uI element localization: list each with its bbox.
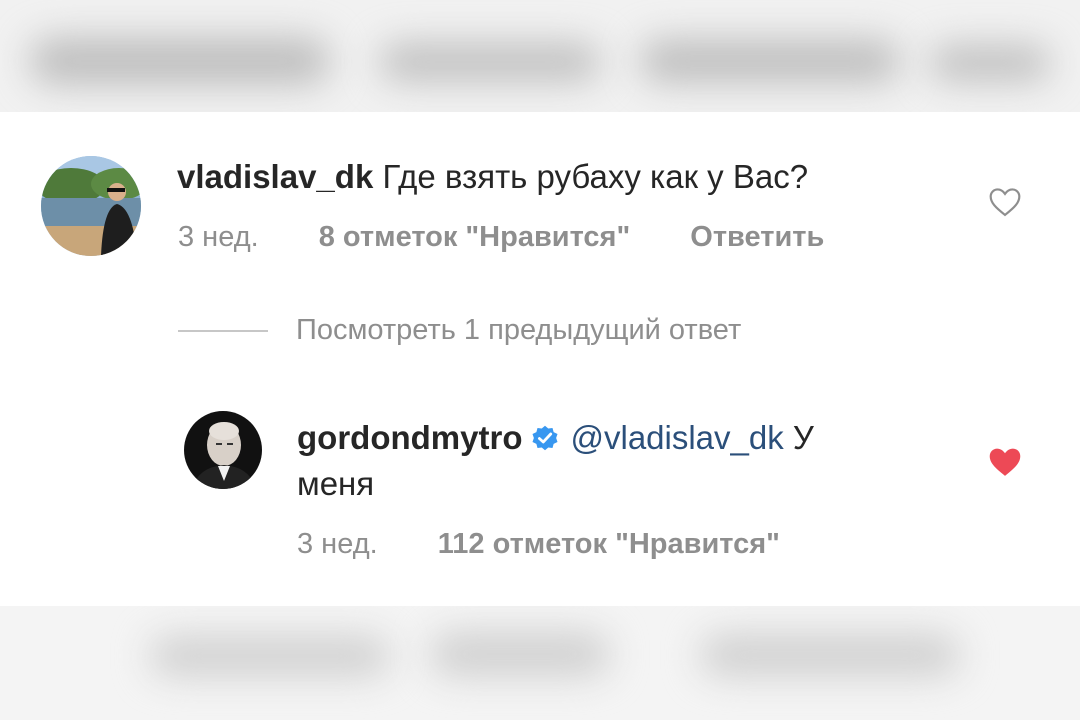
comment-thread: vladislav_dk Где взять рубаху как у Вас?…	[0, 112, 1080, 606]
view-previous-replies-label: Посмотреть 1 предыдущий ответ	[296, 314, 742, 346]
blurred-top-region	[0, 0, 1080, 112]
comment-text-line: vladislav_dk Где взять рубаху как у Вас?	[177, 157, 808, 197]
comment-text: Где взять рубаху как у Вас?	[382, 158, 809, 195]
reply-username[interactable]: gordondmytro	[297, 419, 522, 456]
heart-outline-icon[interactable]	[988, 187, 1022, 222]
reply-likes-count[interactable]: 112 отметок "Нравится"	[438, 528, 780, 560]
blurred-bottom-region	[0, 606, 1080, 720]
replies-divider	[178, 329, 268, 332]
avatar-vladislav[interactable]	[41, 156, 141, 256]
verified-badge-icon	[530, 422, 560, 462]
reply-text-continued: меня	[297, 465, 375, 502]
reply-text-end: У	[792, 419, 814, 456]
comment-likes-count[interactable]: 8 отметок "Нравится"	[319, 221, 631, 253]
reply-text-line-2: меня	[297, 464, 374, 504]
avatar-gordondmytro[interactable]	[184, 411, 262, 489]
comment-meta: 3 нед. 8 отметок "Нравится" Ответить	[178, 220, 824, 254]
view-previous-replies-button[interactable]: Посмотреть 1 предыдущий ответ	[178, 314, 741, 347]
heart-filled-icon[interactable]	[987, 446, 1023, 483]
reply-time: 3 нед.	[297, 528, 378, 560]
reply-mention[interactable]: @vladislav_dk	[570, 419, 783, 456]
reply-button[interactable]: Ответить	[690, 221, 824, 253]
comment-username[interactable]: vladislav_dk	[177, 158, 373, 195]
reply-meta: 3 нед. 112 отметок "Нравится"	[297, 527, 780, 561]
reply-text-line-1: gordondmytro @vladislav_dk У	[297, 418, 814, 462]
comment-time: 3 нед.	[178, 221, 259, 253]
